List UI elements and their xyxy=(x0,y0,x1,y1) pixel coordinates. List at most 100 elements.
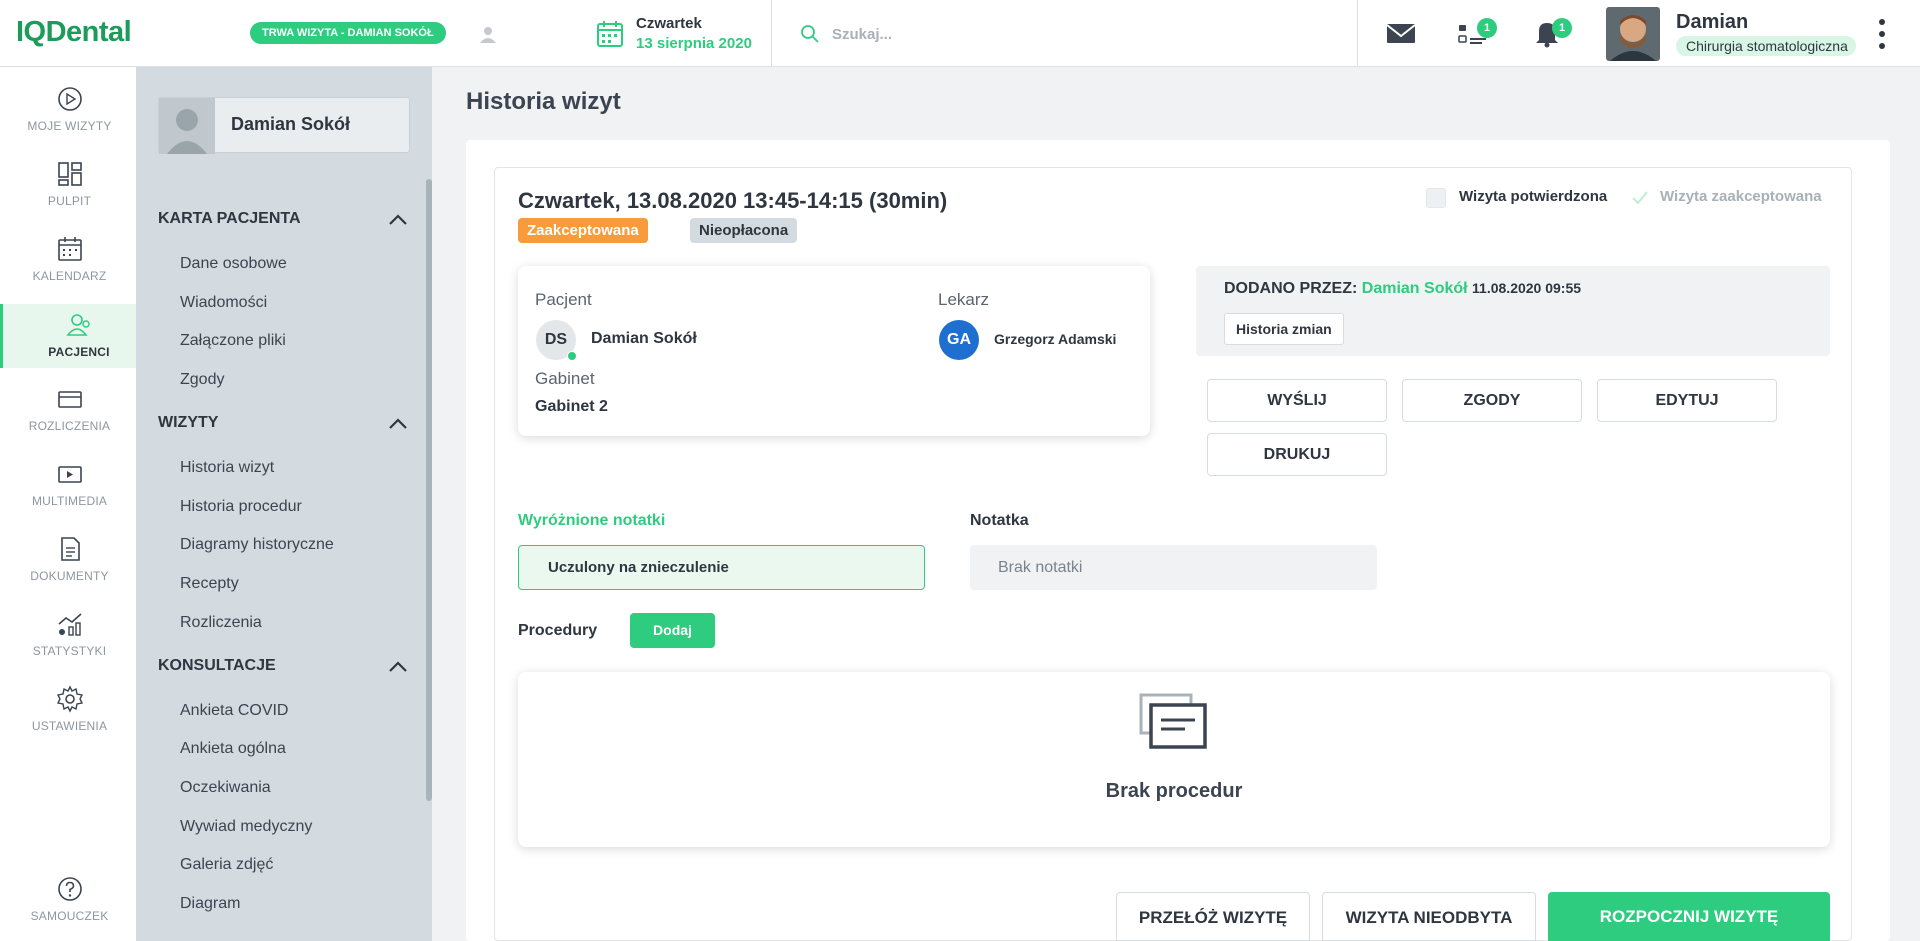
sidebar-item-diagram[interactable]: Diagram xyxy=(180,895,240,913)
print-button[interactable]: DRUKUJ xyxy=(1207,433,1387,476)
user-role-badge: Chirurgia stomatologiczna xyxy=(1676,36,1856,56)
checkmark-icon[interactable] xyxy=(1630,188,1650,208)
sidebar-item-messages[interactable]: Wiadomości xyxy=(180,294,267,312)
added-at: 11.08.2020 09:55 xyxy=(1472,280,1582,296)
online-indicator xyxy=(567,351,577,361)
send-button[interactable]: WYŚLIJ xyxy=(1207,379,1387,422)
patient-card[interactable]: Damian Sokół xyxy=(158,97,410,154)
added-by-name[interactable]: Damian Sokół xyxy=(1362,280,1468,297)
nav-documents[interactable]: DOKUMENTY xyxy=(3,535,136,599)
patient-avatar xyxy=(159,98,215,154)
note-field[interactable]: Brak notatki xyxy=(970,545,1377,590)
sidebar-item-historic-diagrams[interactable]: Diagramy historyczne xyxy=(180,536,334,554)
doctor-avatar[interactable]: GA xyxy=(939,320,979,360)
media-icon xyxy=(57,466,82,483)
main-navigation: MOJE WIZYTY PULPIT KALENDARZ PACJENCI RO… xyxy=(0,67,155,941)
page-title: Historia wizyt xyxy=(466,88,621,115)
add-procedure-button[interactable]: Dodaj xyxy=(630,613,715,648)
nav-label: PULPIT xyxy=(47,194,92,208)
consents-button[interactable]: ZGODY xyxy=(1402,379,1582,422)
dashboard-icon xyxy=(57,162,82,186)
sidebar-item-covid-survey[interactable]: Ankieta COVID xyxy=(180,702,288,720)
visit-accepted-label[interactable]: Wizyta zaakceptowana xyxy=(1660,188,1822,205)
sidebar-item-attachments[interactable]: Załączone pliki xyxy=(180,332,286,350)
nav-my-visits[interactable]: MOJE WIZYTY xyxy=(3,85,136,149)
sidebar-scrollbar[interactable] xyxy=(426,179,432,801)
nav-tutorial[interactable]: SAMOUCZEK xyxy=(3,875,136,939)
calendar-icon xyxy=(597,21,623,47)
user-name[interactable]: Damian xyxy=(1676,11,1748,34)
sidebar-item-visit-history[interactable]: Historia wizyt xyxy=(180,459,274,477)
current-visit-pill[interactable]: TRWA WIZYTA - DAMIAN SOKÓŁ xyxy=(250,22,446,44)
sidebar-item-expectations[interactable]: Oczekiwania xyxy=(180,779,271,797)
stats-icon xyxy=(57,613,82,636)
search-icon xyxy=(801,25,819,43)
nav-label: STATYSTYKI xyxy=(32,644,107,658)
highlighted-notes-title: Wyróżnione notatki xyxy=(518,512,666,529)
start-visit-button[interactable]: ROZPOCZNIJ WIZYTĘ xyxy=(1548,892,1830,941)
visit-confirmed-label[interactable]: Wizyta potwierdzona xyxy=(1459,188,1607,205)
section-visits[interactable]: WIZYTY xyxy=(158,414,408,432)
sidebar-item-medical-interview[interactable]: Wywiad medyczny xyxy=(180,818,312,836)
search-input[interactable] xyxy=(832,21,1272,47)
nav-calendar[interactable]: KALENDARZ xyxy=(3,235,136,299)
highlighted-note[interactable]: Uczulony na znieczulenie xyxy=(518,545,925,590)
sidebar-item-prescriptions[interactable]: Recepty xyxy=(180,575,239,593)
edit-button[interactable]: EDYTUJ xyxy=(1597,379,1777,422)
added-by: DODANO PRZEZ: Damian Sokół 11.08.2020 09… xyxy=(1224,280,1581,298)
nav-label: KALENDARZ xyxy=(32,269,107,283)
patient-sidebar: Damian Sokół KARTA PACJENTA Dane osobowe… xyxy=(136,67,432,941)
gear-icon xyxy=(56,685,83,713)
date-day: Czwartek xyxy=(636,15,702,32)
user-icon xyxy=(167,109,207,154)
nav-dashboard[interactable]: PULPIT xyxy=(3,160,136,224)
more-icon[interactable] xyxy=(1878,18,1886,50)
sidebar-item-personal-data[interactable]: Dane osobowe xyxy=(180,255,287,273)
sidebar-item-consents[interactable]: Zgody xyxy=(180,371,224,389)
patient-label: Pacjent xyxy=(535,290,592,309)
patient-name[interactable]: Damian Sokół xyxy=(591,330,697,348)
doctor-name[interactable]: Grzegorz Adamski xyxy=(994,331,1116,347)
chevron-up-icon[interactable] xyxy=(388,415,408,431)
nav-label: USTAWIENIA xyxy=(31,719,108,733)
empty-list-icon xyxy=(1139,693,1207,749)
chevron-up-icon[interactable] xyxy=(388,211,408,227)
nav-label: MULTIMEDIA xyxy=(31,494,108,508)
user-icon xyxy=(480,27,496,43)
nav-statistics[interactable]: STATYSTYKI xyxy=(3,610,136,674)
nav-label: PACJENCI xyxy=(48,345,110,359)
section-consultations[interactable]: KONSULTACJE xyxy=(158,657,408,675)
section-patient-card[interactable]: KARTA PACJENTA xyxy=(158,210,408,228)
sidebar-item-billing[interactable]: Rozliczenia xyxy=(180,614,262,632)
change-history-button[interactable]: Historia zmian xyxy=(1224,313,1344,345)
patient-name: Damian Sokół xyxy=(231,114,351,134)
visit-title: Czwartek, 13.08.2020 13:45-14:15 (30min) xyxy=(518,188,948,213)
reschedule-visit-button[interactable]: PRZEŁÓŻ WIZYTĘ xyxy=(1116,892,1310,941)
document-icon xyxy=(60,537,80,561)
sidebar-item-procedure-history[interactable]: Historia procedur xyxy=(180,498,302,516)
visit-confirmed-checkbox[interactable] xyxy=(1426,188,1446,208)
nav-multimedia[interactable]: MULTIMEDIA xyxy=(3,460,136,524)
notifications-badge: 1 xyxy=(1552,18,1572,38)
search-box xyxy=(796,21,1296,47)
nav-settings[interactable]: USTAWIENIA xyxy=(3,685,136,749)
nav-label: DOKUMENTY xyxy=(30,569,109,583)
sidebar-item-photo-gallery[interactable]: Galeria zdjęć xyxy=(180,856,273,874)
empty-procedures-text: Brak procedur xyxy=(1105,780,1243,802)
visit-missed-button[interactable]: WIZYTA NIEODBYTA xyxy=(1322,892,1536,941)
doctor-label: Lekarz xyxy=(938,290,990,309)
office-value: Gabinet 2 xyxy=(535,398,608,415)
section-title: KONSULTACJE xyxy=(158,657,276,674)
nav-patients[interactable]: PACJENCI xyxy=(0,304,155,368)
nav-billing[interactable]: ROZLICZENIA xyxy=(3,385,136,449)
section-title: WIZYTY xyxy=(158,414,219,431)
added-by-label: DODANO PRZEZ: xyxy=(1224,280,1358,297)
note-title: Notatka xyxy=(970,512,1029,529)
mail-icon[interactable] xyxy=(1384,18,1418,48)
divider xyxy=(771,0,772,67)
app-logo[interactable]: IQDental xyxy=(16,16,132,49)
sidebar-item-general-survey[interactable]: Ankieta ogólna xyxy=(180,740,286,758)
tasks-badge: 1 xyxy=(1477,18,1497,38)
user-avatar[interactable] xyxy=(1606,7,1660,61)
chevron-up-icon[interactable] xyxy=(388,658,408,674)
